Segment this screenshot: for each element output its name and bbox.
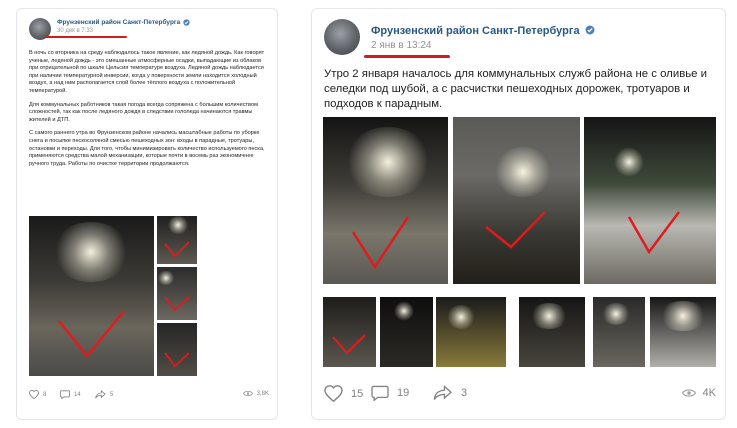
share-button[interactable]: 3 [433,385,467,401]
like-button[interactable]: 15 [324,385,363,402]
photo-gallery [29,216,197,376]
heart-icon [324,385,343,402]
photo[interactable] [157,267,197,320]
share-icon [433,385,452,400]
heart-icon [29,390,39,399]
photo[interactable] [650,297,716,367]
date-highlight [45,36,127,38]
red-checkmark [58,310,125,358]
shares-count: 3 [461,387,468,399]
verified-icon [183,19,190,26]
post-left: Фрунзенский район Санкт-Петербурга 30 де… [16,8,278,420]
avatar[interactable] [324,19,360,55]
like-button[interactable]: 8 [29,390,46,399]
post-paragraph: В ночь со вторника на среду наблюдалось … [29,50,265,94]
photo[interactable] [519,297,585,367]
views-count: 4K [702,387,716,399]
views-counter: 4K [681,387,716,399]
likes-count: 15 [351,387,364,400]
post-right: Фрунзенский район Санкт-Петербурга 2 янв… [311,8,726,420]
comment-button[interactable]: 19 [371,385,409,401]
post-actions: 8 14 5 3,8K [29,390,269,402]
photo[interactable] [380,297,433,367]
author-name[interactable]: Фрунзенский район Санкт-Петербурга [371,25,595,37]
photo[interactable] [323,297,376,367]
share-button[interactable]: 5 [95,390,113,399]
post-text: В ночь со вторника на среду наблюдалось … [29,50,269,174]
author-name-text[interactable]: Фрунзенский район Санкт-Петербурга [371,25,580,37]
views-count: 3,8K [256,390,269,397]
photo[interactable] [584,117,716,284]
share-icon [95,390,106,399]
post-paragraph: Для коммунальных работников такая погода… [29,101,258,123]
photo[interactable] [593,297,645,367]
eye-icon [242,390,253,397]
date-highlight [364,55,450,58]
comment-icon [60,390,70,399]
post-paragraph: С самого раннего утра во Фрунзенском рай… [29,130,265,167]
comments-count: 14 [74,391,81,398]
post-text: Утро 2 января началось для коммунальных … [324,68,708,110]
photo[interactable] [157,323,197,376]
shares-count: 5 [110,391,114,398]
post-actions: 15 19 3 4K [324,385,716,403]
post-date[interactable]: 2 янв в 13:24 [371,40,431,51]
comment-button[interactable]: 14 [60,390,81,399]
comment-icon [371,385,389,401]
views-counter: 3,8K [242,390,269,397]
photo[interactable] [323,117,448,284]
post-date[interactable]: 30 дек в 7:33 [57,27,190,36]
page: Фрунзенский район Санкт-Петербурга 30 де… [0,0,737,428]
verified-icon [585,25,595,35]
photo-gallery [323,117,716,381]
eye-icon [681,389,696,397]
author-name[interactable]: Фрунзенский район Санкт-Петербурга [57,18,180,27]
photo[interactable] [157,216,197,264]
likes-count: 8 [43,391,47,398]
photo[interactable] [436,297,506,367]
photo[interactable] [453,117,580,284]
comments-count: 19 [397,387,410,399]
photo[interactable] [29,216,154,376]
